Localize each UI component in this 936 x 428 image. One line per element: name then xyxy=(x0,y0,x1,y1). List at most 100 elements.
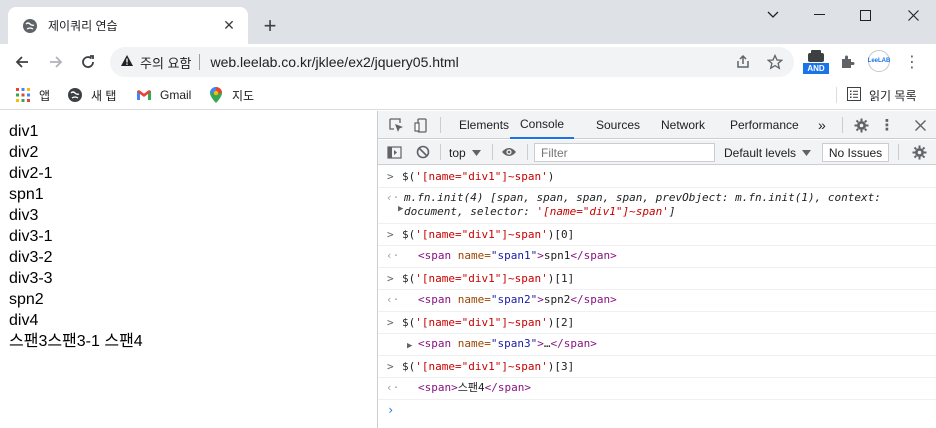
new-tab-button[interactable]: + xyxy=(258,13,282,38)
command-text: $( xyxy=(402,272,416,285)
console-settings-gear-icon[interactable] xyxy=(910,143,928,161)
console-result-element[interactable]: ‹· <span name="span2">spn2</span> xyxy=(386,290,930,311)
result-text: document, selector: xyxy=(404,205,537,218)
page-text-line: spn2 xyxy=(9,291,44,308)
html-tag: <span xyxy=(418,293,452,306)
console-result-element[interactable]: ‹· <span name="span1">spn1</span> xyxy=(386,246,930,267)
maximize-icon[interactable] xyxy=(842,0,888,30)
bookmark-label: Gmail xyxy=(160,88,192,102)
window-close-icon[interactable] xyxy=(890,0,936,30)
minimize-icon[interactable] xyxy=(796,0,842,30)
context-select[interactable]: top xyxy=(449,144,481,161)
html-tag: <span xyxy=(418,249,452,262)
devtools-divider xyxy=(440,144,441,160)
console-output: > $('[name="div1"]~span') ‹· ▶ m.fn.init… xyxy=(378,166,936,428)
page-text-line: div3-1 xyxy=(9,228,53,245)
profile-avatar[interactable]: LeeLAB xyxy=(868,50,890,72)
console-entry: > $('[name="div1"]~span')[1] xyxy=(378,268,936,290)
url-text[interactable]: web.leelab.co.kr/jklee/ex2/jquery05.html xyxy=(210,54,458,70)
extension-and-icon[interactable]: AND xyxy=(803,50,829,76)
html-tag: > xyxy=(537,293,544,306)
tab-elements[interactable]: Elements xyxy=(459,111,509,139)
issues-button[interactable]: No Issues xyxy=(822,143,889,162)
context-value: top xyxy=(449,145,466,160)
browser-toolbar: 주의 요함 web.leelab.co.kr/jklee/ex2/jquery0… xyxy=(0,44,936,80)
devtools-menu-icon[interactable]: ⋮ xyxy=(878,116,896,134)
reload-icon[interactable] xyxy=(74,48,102,76)
address-divider xyxy=(199,54,201,70)
settings-gear-icon[interactable] xyxy=(852,116,870,134)
console-input-line[interactable]: › xyxy=(378,400,936,420)
html-tag: </span> xyxy=(484,381,531,394)
input-prompt-chevron-icon: > xyxy=(387,228,394,241)
result-string: '[name="div1"]~span' xyxy=(536,205,669,218)
return-arrow-icon: ‹· xyxy=(386,191,400,204)
console-command[interactable]: > $('[name="div1"]~span')[2] xyxy=(387,312,930,333)
bookmark-gmail[interactable]: Gmail xyxy=(136,85,191,105)
bookmark-maps[interactable]: 지도 xyxy=(208,85,254,105)
tab-title: 제이쿼리 연습 xyxy=(48,19,118,33)
inspect-element-icon[interactable] xyxy=(387,116,405,134)
browser-menu-icon[interactable]: ⋮ xyxy=(902,50,922,74)
address-bar[interactable]: 주의 요함 web.leelab.co.kr/jklee/ex2/jquery0… xyxy=(110,47,794,77)
devtools-divider xyxy=(492,144,493,160)
share-icon[interactable] xyxy=(734,53,752,71)
bookmarks-bar: 앱 새 탭 Gmail 지도 읽기 목록 xyxy=(0,80,936,110)
extensions-puzzle-icon[interactable] xyxy=(836,50,860,74)
expand-triangle-icon[interactable]: ▶ xyxy=(407,339,417,353)
browser-tab[interactable]: 제이쿼리 연습 ✕ xyxy=(8,7,248,44)
console-filter-input[interactable] xyxy=(534,143,715,162)
return-arrow-icon: ‹· xyxy=(386,381,400,394)
command-text: $( xyxy=(402,360,416,373)
tab-network[interactable]: Network xyxy=(661,111,705,139)
console-command[interactable]: > $('[name="div1"]~span') xyxy=(387,166,930,187)
console-command[interactable]: > $('[name="div1"]~span')[0] xyxy=(387,224,930,245)
console-result-object[interactable]: ‹· ▶ m.fn.init(4) [span, span, span, spa… xyxy=(386,188,930,223)
console-result-element[interactable]: ▶ <span name="span3">…</span> xyxy=(402,334,930,355)
html-tag: </span> xyxy=(550,337,597,350)
page-text-line: div2 xyxy=(9,144,39,161)
globe-icon xyxy=(22,18,38,34)
expand-triangle-icon[interactable]: ▶ xyxy=(398,202,408,216)
command-string: '[name="div1"]~span' xyxy=(415,360,548,373)
live-expression-eye-icon[interactable] xyxy=(500,143,518,161)
html-text: 스팬4 xyxy=(457,381,485,394)
extension-badge: AND xyxy=(803,63,829,74)
clear-console-icon[interactable] xyxy=(414,143,432,161)
console-command[interactable]: > $('[name="div1"]~span')[3] xyxy=(387,356,930,377)
bookmark-star-icon[interactable] xyxy=(766,53,784,71)
page-text-line: div2-1 xyxy=(9,165,53,182)
console-command[interactable]: > $('[name="div1"]~span')[1] xyxy=(387,268,930,289)
bookmark-label: 지도 xyxy=(232,88,255,103)
reading-list-icon xyxy=(847,86,861,104)
console-result-element[interactable]: ‹· <span>스팬4</span> xyxy=(386,378,930,399)
page-text-line: 스팬3스팬3-1 스팬4 xyxy=(9,333,143,350)
warning-triangle-icon[interactable] xyxy=(120,54,134,70)
input-prompt-chevron-icon: > xyxy=(387,272,394,285)
bookmark-label: 앱 xyxy=(39,88,51,103)
devtools-divider xyxy=(898,144,899,160)
log-levels-select[interactable]: Default levels xyxy=(724,144,812,161)
page-text-line: div3-2 xyxy=(9,249,53,266)
console-sidebar-icon[interactable] xyxy=(385,143,403,161)
tab-sources[interactable]: Sources xyxy=(596,111,640,139)
tab-search-chevron-icon[interactable] xyxy=(750,0,796,30)
close-devtools-icon[interactable] xyxy=(911,116,929,134)
security-status-label[interactable]: 주의 요함 xyxy=(140,53,191,72)
command-text: )[2] xyxy=(547,316,575,329)
tab-console[interactable]: Console xyxy=(510,111,575,139)
bookmark-new-tab[interactable]: 새 탭 xyxy=(67,85,116,105)
reading-list[interactable]: 읽기 목록 xyxy=(836,85,917,105)
bookmark-apps[interactable]: 앱 xyxy=(15,85,50,105)
device-toolbar-icon[interactable] xyxy=(412,116,430,134)
tab-performance[interactable]: Performance xyxy=(730,111,799,139)
forward-arrow-icon[interactable] xyxy=(42,48,70,76)
more-tabs-chevron-icon[interactable]: » xyxy=(818,111,826,139)
command-text: )[3] xyxy=(547,360,575,373)
page-content: div1 div2 div2-1 spn1 div3 div3-1 div3-2… xyxy=(0,111,377,428)
close-tab-icon[interactable]: ✕ xyxy=(220,17,238,35)
console-entry: > $('[name="div1"]~span')[0] xyxy=(378,224,936,246)
back-arrow-icon[interactable] xyxy=(8,48,36,76)
html-attr-value: "span1" xyxy=(490,249,538,262)
command-text: $( xyxy=(402,170,416,183)
